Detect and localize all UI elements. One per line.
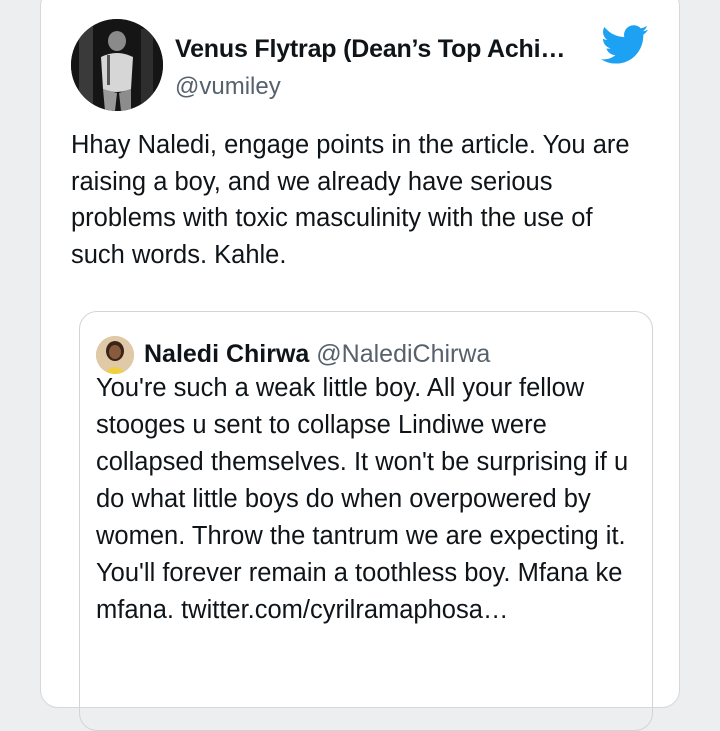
tweet-text: Hhay Naledi, engage points in the articl… bbox=[71, 131, 630, 269]
quoted-author-avatar[interactable] bbox=[96, 336, 134, 374]
quoted-avatar-photo bbox=[96, 336, 134, 374]
quoted-tweet[interactable]: Naledi Chirwa @NalediChirwa You're such … bbox=[79, 311, 653, 731]
twitter-bird-icon[interactable] bbox=[601, 25, 649, 65]
author-handle[interactable]: @vumiley bbox=[175, 73, 281, 101]
quoted-author-handle[interactable]: @NalediChirwa bbox=[316, 340, 490, 368]
tweet-card[interactable]: Venus Flytrap (Dean’s Top Achi… @vumiley… bbox=[40, 0, 680, 731]
author-avatar[interactable] bbox=[71, 19, 163, 111]
avatar-photo bbox=[71, 19, 163, 111]
quoted-text: You're such a weak little boy. All your … bbox=[96, 374, 629, 624]
quoted-author-name[interactable]: Naledi Chirwa bbox=[144, 340, 309, 368]
quoted-tweet-body: You're such a weak little boy. All your … bbox=[96, 370, 641, 629]
quoted-link[interactable]: twitter.com/cyrilramaphosa… bbox=[181, 596, 508, 624]
quoted-header: Naledi Chirwa @NalediChirwa bbox=[144, 340, 490, 369]
author-name[interactable]: Venus Flytrap (Dean’s Top Achi… bbox=[175, 35, 565, 64]
